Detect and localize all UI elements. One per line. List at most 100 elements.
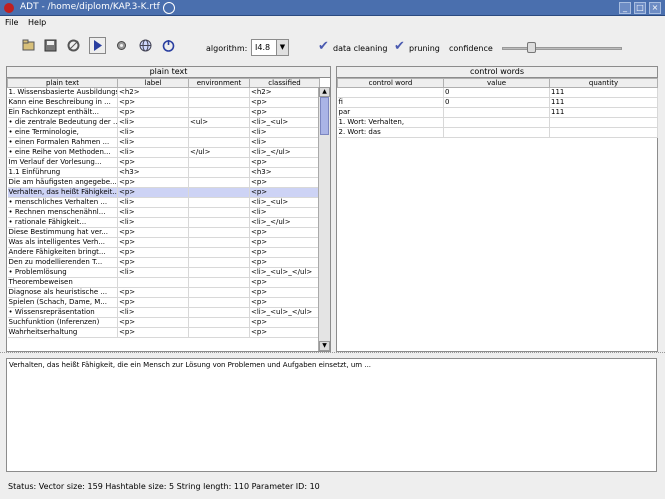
plain-text-row[interactable]: • Wissensrepräsentation <li> <li>_<ul>_</u… (7, 307, 320, 318)
plain-text-cell[interactable]: Diese Bestimmung hat ver... (7, 227, 118, 238)
plain-text-row[interactable]: • eine Terminologie, <li> <li> (7, 127, 320, 138)
plain-text-row[interactable]: • einen Formalen Rahmen ... <li> <li> (7, 137, 320, 148)
plain-text-cell[interactable] (188, 167, 250, 178)
menu-help[interactable]: Help (28, 18, 46, 27)
minimize-button[interactable]: _ (619, 2, 631, 14)
text-area[interactable]: Verhalten, das heißt Fähigkeit, die ein … (6, 358, 657, 472)
plain-text-cell[interactable]: <p> (117, 107, 189, 118)
plain-text-cell[interactable]: <p> (117, 237, 189, 248)
globe-icon[interactable] (137, 37, 154, 54)
pruning-check-icon[interactable]: ✔ (394, 40, 405, 53)
plain-text-cell[interactable] (117, 277, 189, 288)
plain-text-cell[interactable]: <ul> (188, 117, 250, 128)
scroll-up-icon[interactable]: ▲ (319, 87, 330, 97)
plain-text-row[interactable]: Ein Fachkonzept enthält... <p> <p> (7, 107, 320, 118)
plain-text-cell[interactable]: Theorembeweisen (7, 277, 118, 288)
plain-text-cell[interactable]: <li> (117, 117, 189, 128)
plain-text-row[interactable]: • Problemlösung <li> <li>_<ul>_</ul> (7, 267, 320, 278)
plain-text-cell[interactable]: Die am häufigsten angegebe... (7, 177, 118, 188)
control-words-cell[interactable] (549, 117, 658, 128)
plain-text-cell[interactable]: <p> (249, 297, 320, 308)
maximize-button[interactable]: □ (634, 2, 646, 14)
control-words-cell[interactable]: 0 (443, 87, 550, 98)
control-words-cell[interactable]: 0 (443, 97, 550, 108)
plain-text-cell[interactable]: <p> (117, 247, 189, 258)
plain-text-cell[interactable]: <li> (117, 127, 189, 138)
plain-text-row[interactable]: • eine Reihe von Methoden... <li> </ul> <li… (7, 147, 320, 158)
plain-text-cell[interactable]: Spielen (Schach, Dame, M... (7, 297, 118, 308)
open-file-icon[interactable] (20, 37, 37, 54)
plain-text-cell[interactable] (188, 277, 250, 288)
plain-text-row[interactable]: Diagnose als heuristische ... <p> <p> (7, 287, 320, 298)
col-label[interactable]: label (117, 78, 189, 88)
plain-text-cell[interactable] (188, 157, 250, 168)
plain-text-cell[interactable]: <p> (117, 177, 189, 188)
plain-text-cell[interactable]: <p> (117, 287, 189, 298)
plain-text-cell[interactable] (188, 137, 250, 148)
plain-text-cell[interactable]: • die zentrale Bedeutung der ... (7, 117, 118, 128)
confidence-slider-track[interactable] (502, 47, 622, 50)
plain-text-cell[interactable]: <p> (117, 97, 189, 108)
plain-text-cell[interactable]: <p> (249, 287, 320, 298)
plain-text-cell[interactable]: • einen Formalen Rahmen ... (7, 137, 118, 148)
plain-text-cell[interactable] (188, 177, 250, 188)
plain-text-cell[interactable]: <p> (249, 107, 320, 118)
chevron-down-icon[interactable]: ▼ (276, 40, 288, 55)
power-icon[interactable] (160, 37, 177, 54)
plain-text-cell[interactable]: <p> (117, 317, 189, 328)
plain-text-cell[interactable]: <p> (249, 97, 320, 108)
plain-text-cell[interactable]: <p> (249, 247, 320, 258)
plain-text-cell[interactable]: Suchfunktion (Inferenzen) (7, 317, 118, 328)
plain-text-cell[interactable]: Verhalten, das heißt Fähigkeit... (7, 187, 118, 198)
plain-text-cell[interactable]: <li> (249, 137, 320, 148)
control-words-row[interactable]: 1. Wort: Verhalten, (337, 117, 658, 128)
plain-text-row[interactable]: • Rechnen menschenähnl... <li> <li> (7, 207, 320, 218)
plain-text-cell[interactable] (188, 317, 250, 328)
plain-text-cell[interactable]: <li> (117, 307, 189, 318)
plain-text-cell[interactable] (188, 187, 250, 198)
data-cleaning-label[interactable]: data cleaning (333, 44, 387, 53)
plain-text-cell[interactable]: <p> (249, 187, 320, 198)
plain-text-cell[interactable] (188, 247, 250, 258)
control-words-row[interactable]: fi 0 111 (337, 97, 658, 108)
control-words-cell[interactable]: 2. Wort: das (337, 127, 444, 138)
plain-text-cell[interactable] (188, 207, 250, 218)
plain-text-cell[interactable] (188, 227, 250, 238)
plain-text-cell[interactable]: <p> (117, 297, 189, 308)
plain-text-cell[interactable]: <li> (117, 197, 189, 208)
control-words-cell[interactable]: par (337, 107, 444, 118)
plain-text-cell[interactable]: • menschliches Verhalten ... (7, 197, 118, 208)
plain-text-row[interactable]: Suchfunktion (Inferenzen) <p> <p> (7, 317, 320, 328)
plain-text-cell[interactable]: • eine Reihe von Methoden... (7, 147, 118, 158)
control-words-cell[interactable] (443, 117, 550, 128)
plain-text-cell[interactable]: 1.1 Einführung (7, 167, 118, 178)
plain-text-cell[interactable]: Kann eine Beschreibung in ... (7, 97, 118, 108)
plain-text-cell[interactable] (188, 97, 250, 108)
plain-text-row[interactable]: Die am häufigsten angegebe... <p> <p> (7, 177, 320, 188)
plain-text-cell[interactable]: <h3> (249, 167, 320, 178)
plain-text-cell[interactable]: <p> (249, 227, 320, 238)
plain-text-scrollbar[interactable]: ▲ ▼ (318, 87, 330, 351)
plain-text-cell[interactable]: <p> (117, 327, 189, 338)
col-value[interactable]: value (443, 78, 550, 88)
plain-text-row[interactable]: Diese Bestimmung hat ver... <p> <p> (7, 227, 320, 238)
plain-text-cell[interactable]: <p> (117, 227, 189, 238)
plain-text-cell[interactable]: <li>_<ul>_</ul> (249, 307, 320, 318)
plain-text-cell[interactable]: Im Verlauf der Vorlesung... (7, 157, 118, 168)
save-icon[interactable] (42, 37, 59, 54)
plain-text-cell[interactable]: <li> (117, 217, 189, 228)
close-button[interactable]: × (649, 2, 661, 14)
plain-text-cell[interactable]: <li>_<ul> (249, 117, 320, 128)
plain-text-cell[interactable]: <p> (249, 277, 320, 288)
control-words-row[interactable]: 2. Wort: das (337, 127, 658, 138)
plain-text-cell[interactable]: <p> (249, 237, 320, 248)
col-classified[interactable]: classified (249, 78, 320, 88)
plain-text-cell[interactable]: • rationale Fähigkeit... (7, 217, 118, 228)
plain-text-cell[interactable] (188, 267, 250, 278)
plain-text-cell[interactable]: <p> (249, 327, 320, 338)
plain-text-row[interactable]: Im Verlauf der Vorlesung... <p> <p> (7, 157, 320, 168)
data-cleaning-check-icon[interactable]: ✔ (318, 40, 329, 53)
scroll-thumb[interactable] (320, 97, 329, 135)
plain-text-cell[interactable]: <h3> (117, 167, 189, 178)
col-quantity[interactable]: quantity (549, 78, 658, 88)
